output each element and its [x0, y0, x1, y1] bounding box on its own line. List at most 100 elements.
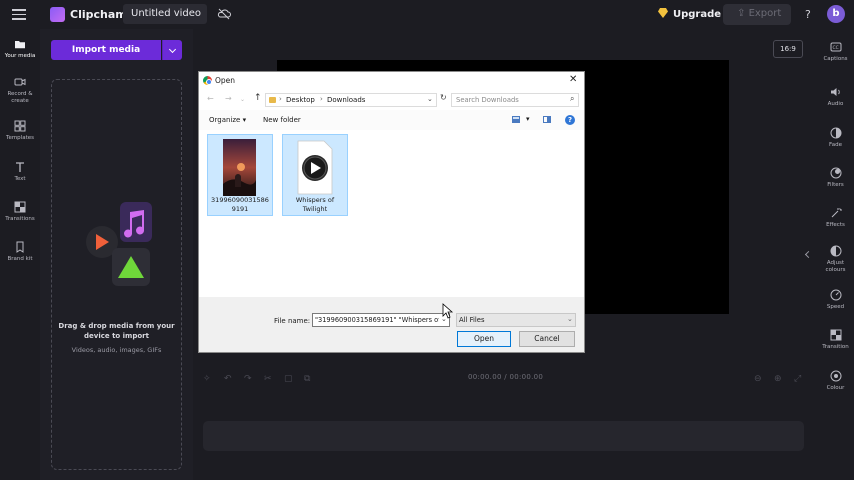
file-name: Whispers of Twilight	[295, 196, 335, 213]
rail-label: Templates	[6, 135, 34, 141]
upload-icon: ⇪	[737, 8, 749, 19]
aspect-ratio-button[interactable]: 16:9	[773, 40, 803, 58]
rail-filters[interactable]: Filters	[817, 167, 854, 189]
rail-label: Audio	[827, 101, 844, 107]
fit-icon[interactable]: ⤢	[794, 374, 804, 384]
rail-transition[interactable]: Transition	[817, 329, 854, 351]
breadcrumb-desktop[interactable]: Desktop	[286, 96, 315, 104]
rail-your-media[interactable]: Your media	[0, 38, 40, 60]
file-item[interactable]: 31996090031586 9191	[207, 134, 273, 216]
rail-captions[interactable]: CC Captions	[817, 41, 854, 63]
upgrade-label: Upgrade	[673, 9, 722, 20]
filters-icon	[830, 167, 841, 179]
zoom-in-icon[interactable]: ⊕	[774, 374, 784, 384]
command-bar: Organize ▾ New folder ▾ ?	[199, 110, 584, 130]
view-options-icon[interactable]	[512, 116, 520, 123]
cancel-button[interactable]: Cancel	[519, 331, 575, 347]
time-total: 00:00.00	[509, 373, 544, 381]
recent-locations-icon[interactable]: ⌄	[240, 96, 245, 103]
file-type-value: All Files	[459, 316, 485, 324]
file-list: 31996090031586 9191 Whispers of Twilight	[199, 130, 584, 297]
search-icon: ⌕	[570, 94, 575, 103]
import-options-dropdown[interactable]	[162, 40, 182, 60]
effects-icon	[831, 208, 842, 218]
rail-templates[interactable]: Templates	[0, 120, 40, 142]
delete-icon[interactable]: ▢	[284, 374, 294, 384]
undo-icon[interactable]: ↶	[224, 374, 234, 384]
forward-icon[interactable]: →	[225, 94, 232, 103]
dialog-footer: File name: "319960900315869191" "Whisper…	[199, 297, 584, 352]
menu-icon[interactable]	[12, 9, 26, 20]
fade-icon	[830, 127, 841, 139]
search-input[interactable]: Search Downloads ⌕	[451, 93, 579, 107]
adjust-icon	[830, 245, 841, 257]
file-name-label: File name:	[274, 317, 311, 325]
drop-subtitle: Videos, audio, images, GIFs	[71, 346, 162, 354]
video-file-icon	[297, 140, 333, 195]
up-icon[interactable]: ↑	[254, 93, 262, 103]
rail-record-create[interactable]: Record & create	[0, 76, 40, 105]
help-icon[interactable]: ?	[805, 8, 811, 21]
rail-label: Brand kit	[7, 256, 33, 262]
file-name-input[interactable]: "319960900315869191" "Whispers of ⌄	[312, 313, 450, 327]
image-thumbnail	[223, 139, 256, 196]
file-name: 31996090031586 9191	[211, 196, 269, 213]
file-item[interactable]: Whispers of Twilight	[282, 134, 348, 216]
rail-label: Record & create	[7, 91, 33, 104]
avatar[interactable]: b	[827, 5, 845, 23]
zoom-out-icon[interactable]: ⊖	[754, 374, 764, 384]
mouse-cursor-icon	[442, 303, 454, 319]
import-media-button[interactable]: Import media	[51, 40, 161, 60]
media-illustration-icon	[86, 202, 152, 286]
file-type-select[interactable]: All Files ⌄	[456, 313, 576, 327]
rail-label: Transition	[822, 344, 849, 350]
top-bar: Clipchamp Untitled video Upgrade ⇪ Expor…	[0, 0, 854, 29]
new-folder-button[interactable]: New folder	[263, 116, 301, 124]
close-icon[interactable]: ✕	[569, 74, 577, 86]
upgrade-button[interactable]: Upgrade	[652, 5, 727, 24]
organize-button[interactable]: Organize ▾	[209, 116, 246, 124]
rail-speed[interactable]: Speed	[817, 289, 854, 311]
timecode: 00:00.00 / 00:00.00	[468, 373, 543, 381]
rail-colour[interactable]: Colour	[817, 370, 854, 392]
rail-effects[interactable]: Effects	[817, 207, 854, 229]
export-button[interactable]: ⇪ Export	[723, 4, 791, 25]
transition-icon	[830, 329, 841, 341]
address-bar[interactable]: › Desktop › Downloads ⌄	[265, 93, 437, 107]
rail-audio[interactable]: Audio	[817, 86, 854, 108]
breadcrumb-separator: ›	[320, 95, 323, 103]
back-icon[interactable]: ←	[207, 94, 214, 103]
chevron-down-icon[interactable]: ⌄	[427, 95, 433, 103]
preview-pane-icon[interactable]	[543, 116, 551, 123]
open-button[interactable]: Open	[457, 331, 511, 347]
split-icon[interactable]: ✂	[264, 374, 274, 384]
duplicate-icon[interactable]: ⧉	[304, 374, 314, 384]
breadcrumb-downloads[interactable]: Downloads	[327, 96, 365, 104]
rail-text[interactable]: Text	[0, 161, 40, 183]
rail-label: Your media	[4, 53, 36, 59]
rail-label: Captions	[823, 56, 848, 62]
camera-icon	[14, 78, 26, 86]
rail-transitions[interactable]: Transitions	[0, 201, 40, 223]
cloud-off-icon[interactable]	[217, 8, 231, 20]
rail-brand-kit[interactable]: Brand kit	[0, 241, 40, 263]
search-placeholder: Search Downloads	[456, 95, 519, 104]
view-dropdown-icon[interactable]: ▾	[526, 115, 530, 123]
rail-label: Text	[14, 176, 26, 182]
refresh-icon[interactable]: ↻	[440, 93, 447, 102]
export-label: Export	[748, 8, 782, 19]
timeline-track[interactable]	[203, 421, 804, 451]
dialog-title: Open	[215, 76, 236, 85]
open-file-dialog: Open ✕ ← → ⌄ ↑ › Desktop › Downloads ⌄ ↻…	[198, 71, 585, 353]
redo-icon[interactable]: ↷	[244, 374, 254, 384]
rail-adjust-colours[interactable]: Adjust colours	[817, 245, 854, 274]
rail-label: Effects	[826, 222, 845, 228]
rail-label: Speed	[826, 304, 845, 310]
project-title-input[interactable]: Untitled video	[123, 4, 207, 24]
brand-icon	[16, 241, 24, 253]
magic-icon[interactable]: ✧	[203, 374, 213, 384]
gem-icon	[658, 8, 668, 18]
navigation-row: ← → ⌄ ↑ › Desktop › Downloads ⌄ ↻ Search…	[199, 90, 584, 110]
rail-fade[interactable]: Fade	[817, 127, 854, 149]
help-icon[interactable]: ?	[565, 115, 575, 125]
